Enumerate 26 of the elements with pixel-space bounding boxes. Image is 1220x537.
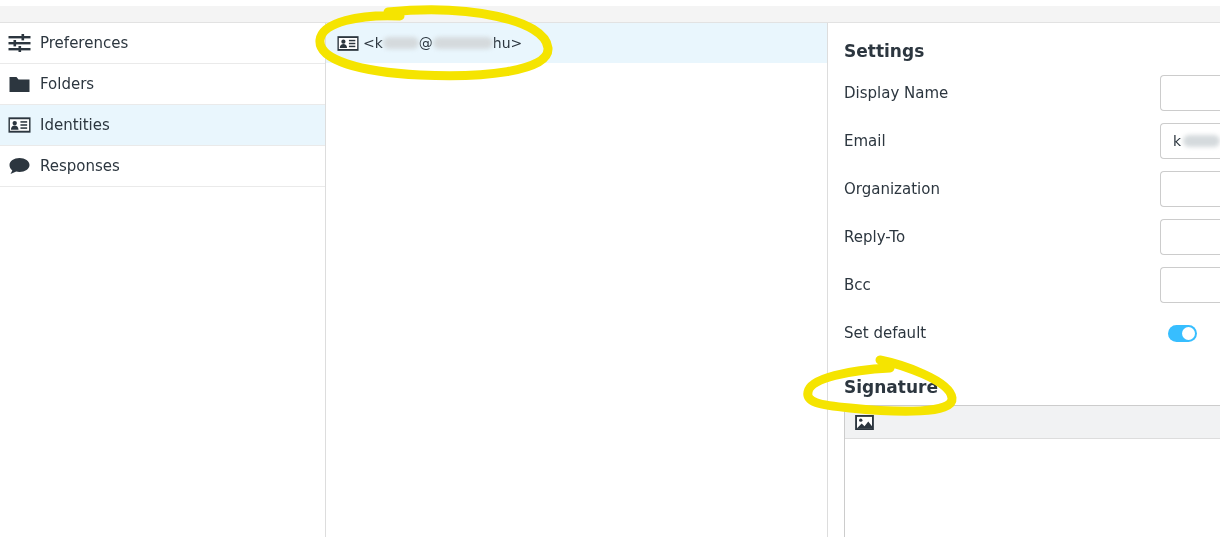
- sidebar-item[interactable]: Preferences: [0, 23, 325, 64]
- input-field[interactable]: [1160, 267, 1220, 303]
- folder-icon: [8, 75, 31, 93]
- id-card-icon: [337, 34, 359, 52]
- input-field[interactable]: k: [1160, 123, 1220, 159]
- identity-row[interactable]: <k @ hu>: [326, 23, 827, 63]
- field-label: Display Name: [844, 84, 949, 102]
- sidebar-item[interactable]: Responses: [0, 146, 325, 187]
- field-label: Reply-To: [844, 228, 906, 246]
- input-field[interactable]: [1160, 171, 1220, 207]
- blurred-text: [382, 37, 419, 49]
- sidebar-item[interactable]: Identities: [0, 105, 325, 146]
- section-heading: Settings: [844, 41, 926, 61]
- input-field[interactable]: [1160, 219, 1220, 255]
- field-label: Organization: [844, 180, 940, 198]
- blurred-text: [432, 37, 493, 49]
- input-field[interactable]: [1160, 75, 1220, 111]
- field-label: Email: [844, 132, 886, 150]
- id-card-icon: [8, 116, 31, 134]
- field-label: Bcc: [844, 276, 871, 294]
- speech-bubble-icon: [8, 157, 31, 175]
- image-icon[interactable]: [855, 414, 874, 430]
- section-heading: Signature: [844, 377, 939, 397]
- sliders-icon: [8, 34, 31, 52]
- field-label: Set default: [844, 324, 927, 342]
- toggle-switch[interactable]: [1168, 324, 1197, 342]
